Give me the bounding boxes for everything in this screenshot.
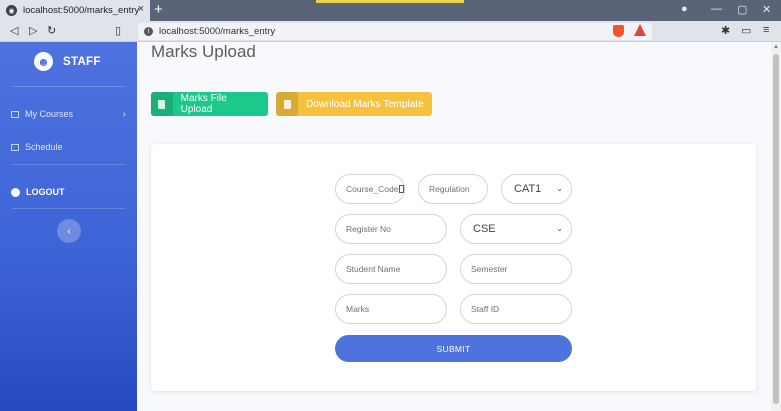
url-field[interactable]: i localhost:5000/marks_entry [138,23,652,40]
chevron-right-icon: › [122,108,126,120]
wallet-icon[interactable]: ▭ [741,24,751,37]
regulation-placeholder: Regulation [429,184,470,194]
bookmark-icon[interactable]: ▯ [115,24,121,37]
file-icon [276,92,298,116]
brave-shield-icon[interactable] [613,25,624,37]
minimize-icon[interactable]: — [711,3,722,15]
chevron-down-icon: ⌄ [556,224,563,233]
maximize-icon[interactable]: ▢ [737,3,747,16]
course-code-field[interactable]: Course_Code [335,174,405,204]
download-template-button[interactable]: Download Marks Template [276,92,432,116]
sidebar-item-my-courses[interactable]: My Courses › [11,108,126,120]
brand-label: STAFF [63,55,101,68]
chevron-down-icon: ⌄ [556,184,563,193]
browser-tab-bar: ◉ localhost:5000/marks_entry × + ● — ▢ ✕ [0,0,781,21]
address-bar: ◁ ▷ ↻ ▯ i localhost:5000/marks_entry ✱ ▭… [0,21,781,42]
student-name-placeholder: Student Name [346,264,401,274]
sidebar-item-logout[interactable]: LOGOUT [11,187,126,197]
department-select-value: CSE [473,223,496,235]
sidebar-toggle-button[interactable]: ‹ [57,219,81,243]
reload-icon[interactable]: ↻ [47,24,56,37]
sidebar-item-label: Schedule [25,142,63,152]
tab-close-icon[interactable]: × [138,3,144,15]
page-scrollbar[interactable]: ▲ [771,42,781,411]
marks-field[interactable]: Marks [335,294,447,324]
smile-logo-icon: ☻ [34,52,53,71]
sidebar-brand[interactable]: ☻ STAFF [34,52,101,71]
tab-title: localhost:5000/marks_entry [23,5,140,16]
back-icon[interactable]: ◁ [10,24,18,37]
rewards-icon[interactable] [634,24,646,36]
logout-icon [11,187,20,197]
page-title: Marks Upload [151,42,256,61]
staff-id-field[interactable]: Staff ID [460,294,572,324]
sidebar-item-schedule[interactable]: Schedule [11,142,126,152]
sidebar-item-label: My Courses [25,109,74,119]
sidebar-divider [12,208,125,209]
extensions-icon[interactable]: ✱ [721,24,730,37]
button-label: Download Marks Template [306,98,424,110]
browser-tab[interactable]: ◉ localhost:5000/marks_entry × [0,0,150,21]
book-icon [11,110,19,118]
exam-select[interactable]: CAT1 ⌄ [501,174,572,204]
scrollbar-thumb[interactable] [773,54,779,404]
scroll-up-icon[interactable]: ▲ [773,44,779,50]
logout-label: LOGOUT [26,187,65,197]
sidebar-divider [12,86,125,87]
button-label: Marks File Upload [180,93,227,115]
new-tab-button[interactable]: + [154,1,163,18]
department-select[interactable]: CSE ⌄ [460,214,572,244]
semester-field[interactable]: Semester [460,254,572,284]
student-name-field[interactable]: Student Name [335,254,447,284]
close-window-icon[interactable]: ✕ [762,3,771,16]
indicator-bar [316,0,464,3]
sidebar-divider [12,164,125,165]
register-no-field[interactable]: Register No [335,214,447,244]
submit-button[interactable]: SUBMIT [335,335,572,362]
regulation-field[interactable]: Regulation [418,174,488,204]
info-icon: i [144,27,153,36]
sidebar: ☻ STAFF My Courses › Schedule LOGOUT ‹ [0,42,137,411]
profile-icon[interactable]: ● [681,3,688,15]
forward-icon[interactable]: ▷ [29,24,37,37]
url-text: localhost:5000/marks_entry [159,26,276,37]
exam-select-value: CAT1 [514,183,542,195]
marks-placeholder: Marks [346,304,370,314]
staff-id-placeholder: Staff ID [471,304,500,314]
file-icon [151,92,173,116]
semester-placeholder: Semester [471,264,508,274]
menu-icon[interactable]: ≡ [763,24,769,36]
card-icon [399,185,404,193]
calendar-icon [11,143,19,151]
register-no-placeholder: Register No [346,224,391,234]
globe-icon: ◉ [6,5,17,16]
marks-file-upload-button[interactable]: Marks File Upload [151,92,268,116]
course-code-placeholder: Course_Code [346,184,399,194]
